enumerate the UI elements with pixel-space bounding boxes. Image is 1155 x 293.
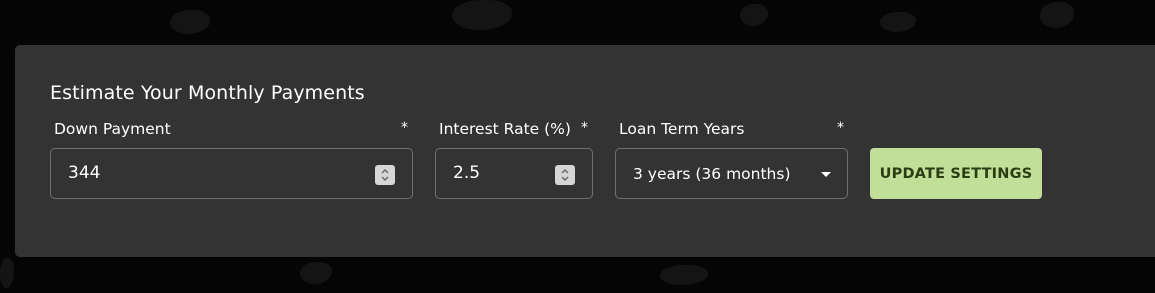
payment-estimator-panel: Estimate Your Monthly Payments Down Paym…	[15, 45, 1155, 257]
loan-term-selected-value: 3 years (36 months)	[633, 165, 791, 183]
down-payment-input[interactable]: 344	[50, 148, 413, 199]
down-payment-value: 344	[68, 163, 101, 183]
down-payment-required-marker: *	[401, 120, 408, 136]
down-payment-spinner[interactable]	[375, 165, 395, 185]
interest-rate-input[interactable]: 2.5	[435, 148, 593, 199]
interest-rate-required-marker: *	[581, 120, 588, 136]
loan-term-select[interactable]: 3 years (36 months)	[615, 148, 848, 199]
up-down-spinner-icon	[560, 168, 570, 182]
interest-rate-label: Interest Rate (%)	[439, 120, 571, 138]
loan-term-label: Loan Term Years	[619, 120, 745, 138]
caret-down-icon	[821, 172, 831, 177]
down-payment-label: Down Payment	[54, 120, 171, 138]
interest-rate-spinner[interactable]	[555, 165, 575, 185]
up-down-spinner-icon	[380, 168, 390, 182]
update-settings-button[interactable]: UPDATE SETTINGS	[870, 148, 1042, 199]
loan-term-required-marker: *	[837, 120, 844, 136]
interest-rate-value: 2.5	[453, 163, 481, 183]
page-title: Estimate Your Monthly Payments	[50, 82, 365, 104]
